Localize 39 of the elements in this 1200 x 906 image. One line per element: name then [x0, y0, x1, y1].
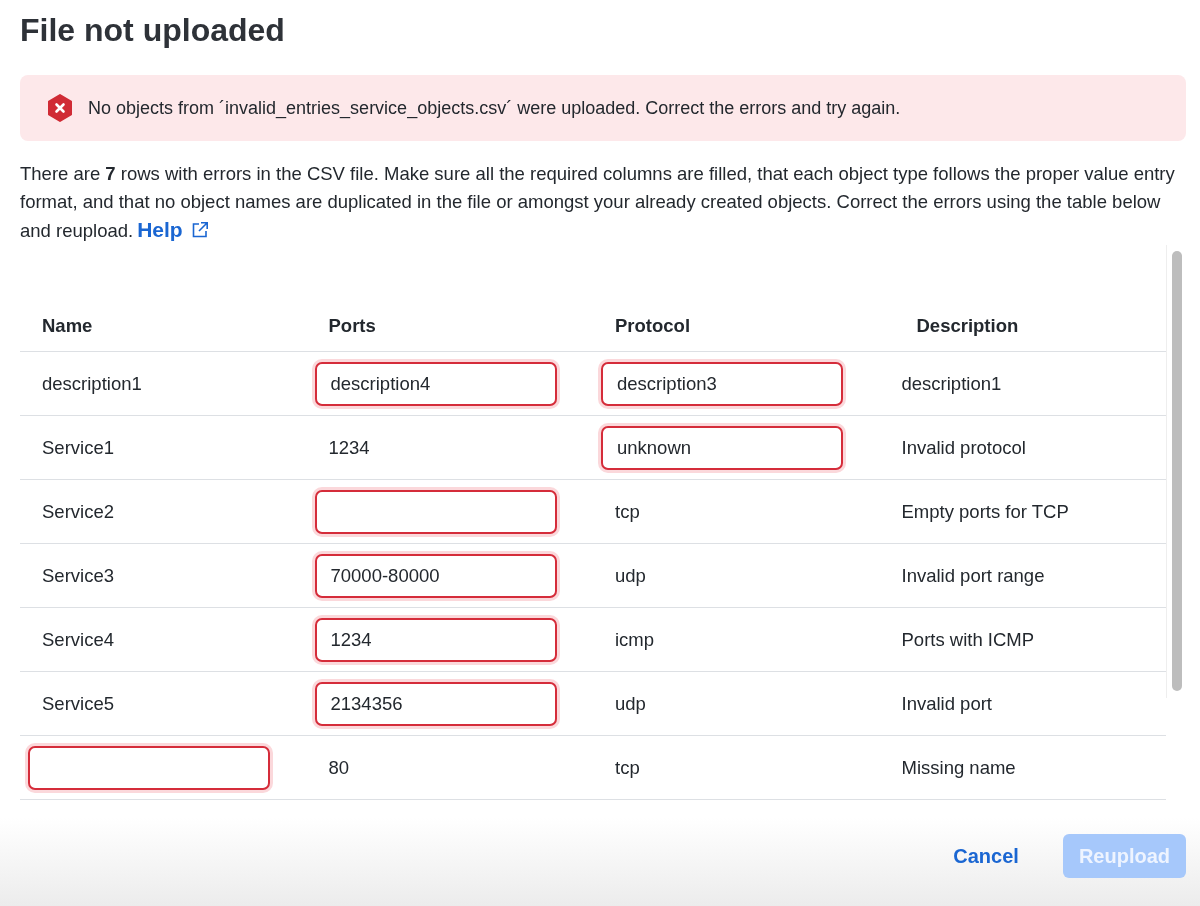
column-header: Name [20, 301, 307, 352]
external-link-icon [190, 221, 209, 239]
invalid-input-field[interactable]: 1234 [314, 617, 557, 662]
error-icon [46, 94, 74, 122]
table-cell: tcp [615, 500, 640, 522]
invalid-input-field[interactable] [314, 489, 557, 534]
table-cell: Ports with ICMP [901, 628, 1035, 650]
table-cell: Service2 [42, 500, 114, 522]
table-cell: tcp [615, 756, 640, 778]
table-cell: Invalid port [901, 692, 992, 714]
invalid-input-field[interactable]: unknown [601, 425, 843, 470]
table-cell: Service1 [42, 436, 114, 458]
column-header: Ports [306, 301, 593, 352]
table-cell: icmp [615, 628, 655, 650]
table-cell: Invalid port range [901, 564, 1045, 586]
table-cell: Empty ports for TCP [901, 500, 1069, 522]
invalid-input-field[interactable]: description3 [601, 361, 843, 406]
table-cell: 80 [328, 756, 350, 778]
invalid-input-field[interactable] [28, 745, 270, 790]
invalid-input-field[interactable]: 2134356 [314, 681, 557, 726]
table-cell: Service3 [42, 564, 114, 586]
table-cell: description1 [901, 372, 1002, 394]
table-cell: Missing name [901, 756, 1016, 778]
table-cell: udp [615, 564, 646, 586]
cancel-button[interactable]: Cancel [937, 834, 1035, 878]
table-cell: Invalid protocol [901, 436, 1026, 458]
help-link[interactable]: Help [137, 216, 209, 244]
table-cell: 1234 [328, 436, 370, 458]
alert-message: No objects from ´invalid_entries_service_objects.csv´ were uploaded. Correct the errors and try again. [88, 97, 901, 119]
dialog-title: File not uploaded [20, 11, 285, 50]
table-cell: Service4 [42, 628, 114, 650]
instructions-paragraph: There are 7 rows with errors in the CSV file. Make sure all the required columns are filled, that each object type follows the proper value entry format, and that no object names are duplicated in the file or amongst your already created objects. Correct the errors using the table below and reupload. Help [20, 160, 1186, 245]
table-cell: udp [615, 692, 646, 714]
invalid-input-field[interactable]: description4 [314, 361, 557, 406]
column-header: Protocol [593, 301, 880, 352]
column-header: Description [879, 301, 1166, 352]
table-cell: description1 [42, 372, 142, 394]
table-cell: Service5 [42, 692, 114, 714]
invalid-input-field[interactable]: 70000-80000 [314, 553, 557, 598]
